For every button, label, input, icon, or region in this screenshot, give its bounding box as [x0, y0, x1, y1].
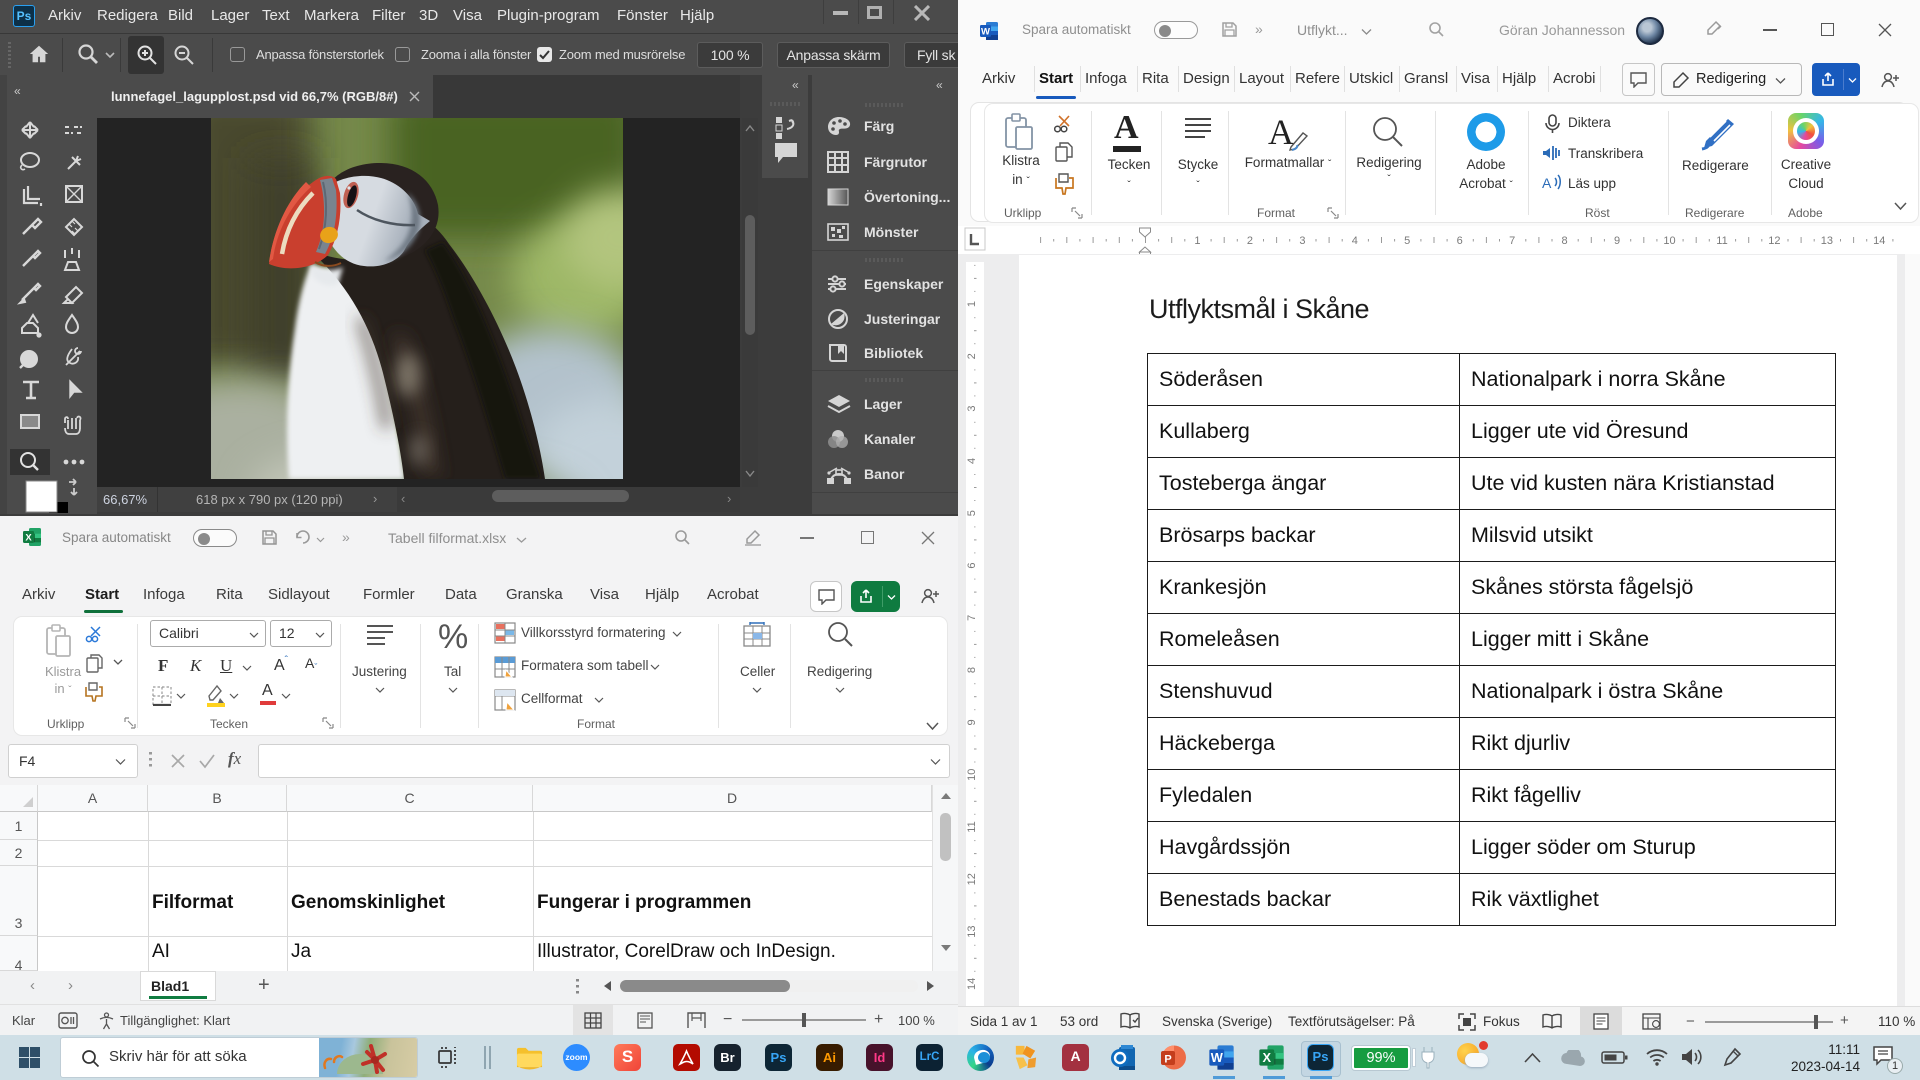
svg-text:12: 12 [966, 873, 978, 885]
svg-text:13: 13 [1821, 235, 1833, 247]
svg-text:13: 13 [966, 925, 978, 937]
svg-text:P: P [1164, 1054, 1171, 1066]
svg-text:8: 8 [1562, 235, 1568, 247]
svg-text:10: 10 [1663, 235, 1675, 247]
svg-text:10: 10 [966, 769, 978, 781]
svg-text:3: 3 [1299, 235, 1305, 247]
svg-text:A: A [1542, 175, 1552, 191]
svg-text:6: 6 [966, 562, 978, 568]
svg-text:11: 11 [966, 821, 978, 832]
svg-text:5: 5 [1404, 235, 1410, 247]
svg-text:X: X [25, 532, 32, 543]
svg-text:4: 4 [966, 458, 978, 464]
svg-text:11: 11 [1716, 235, 1727, 247]
svg-text:1: 1 [1194, 235, 1200, 247]
svg-text:9: 9 [966, 719, 978, 725]
svg-text:1: 1 [966, 301, 978, 307]
svg-text:6: 6 [1457, 235, 1463, 247]
svg-text:2: 2 [966, 353, 978, 359]
svg-text:4: 4 [1352, 235, 1358, 247]
svg-text:8: 8 [966, 667, 978, 673]
svg-text:14: 14 [1873, 235, 1885, 247]
svg-text:W: W [1211, 1050, 1224, 1065]
svg-text:7: 7 [1509, 235, 1515, 247]
svg-text:5: 5 [966, 510, 978, 516]
svg-text:7: 7 [966, 615, 978, 621]
svg-text:12: 12 [1768, 235, 1780, 247]
svg-text:3: 3 [966, 406, 978, 412]
svg-text:W: W [981, 26, 990, 37]
svg-text:9: 9 [1614, 235, 1620, 247]
svg-text:14: 14 [966, 978, 978, 990]
svg-text:2: 2 [1247, 235, 1253, 247]
svg-text:X: X [1263, 1050, 1272, 1065]
